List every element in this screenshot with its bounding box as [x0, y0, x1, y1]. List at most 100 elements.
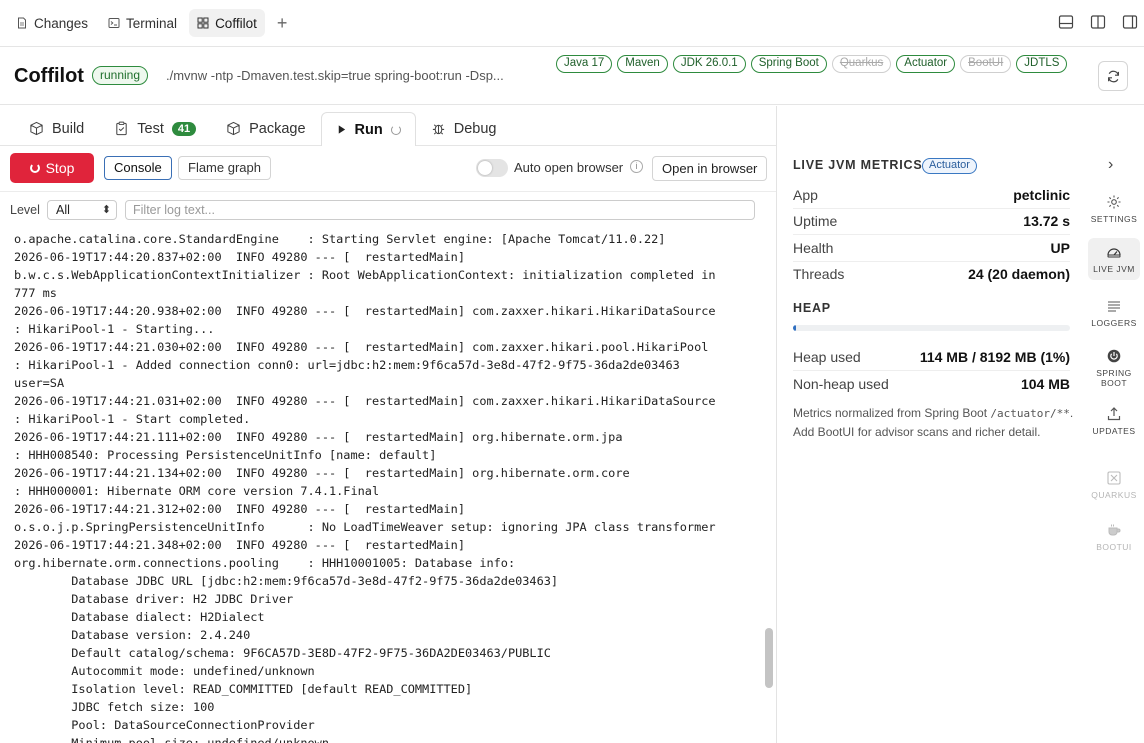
metric-value: 13.72 s [1023, 213, 1070, 229]
metrics-note-code: /actuator/** [990, 407, 1070, 420]
auto-open-browser-toggle[interactable] [476, 159, 508, 177]
badge-actuator: Actuator [896, 55, 956, 73]
play-icon [338, 125, 345, 134]
loading-spinner-icon [390, 124, 401, 135]
level-select[interactable]: All [47, 200, 117, 220]
rail-quarkus[interactable]: QUARKUS [1088, 470, 1140, 500]
heap-title: HEAP [793, 301, 831, 315]
log-filter-row: Level All Filter log text... [0, 192, 776, 228]
tab-test[interactable]: Test 41 [99, 111, 211, 145]
metric-key: App [793, 187, 818, 203]
log-line: Database JDBC URL [jdbc:h2:mem:9f6ca57d-… [14, 574, 559, 588]
collapse-panel-chevron-icon[interactable]: › [1108, 156, 1113, 174]
tab-coffilot[interactable]: Coffilot [189, 9, 265, 37]
badge-java: Java 17 [556, 55, 613, 73]
tab-changes[interactable]: Changes [8, 9, 96, 37]
log-line: : HikariPool-1 - Start completed. [14, 412, 251, 426]
log-line: 2026-06-19T17:44:21.312+02:00 INFO 49280… [14, 502, 466, 516]
stop-button[interactable]: Stop [10, 153, 94, 183]
run-controls: Stop Console Flame graph Auto open brows… [0, 146, 776, 192]
log-line: 777 ms [14, 286, 57, 300]
status-badge: running [92, 66, 149, 85]
log-line: 2026-06-19T17:44:21.134+02:00 INFO 49280… [14, 466, 630, 480]
badge-jdtls: JDTLS [1016, 55, 1068, 73]
metric-value: 24 (20 daemon) [968, 266, 1070, 282]
rail-updates[interactable]: UPDATES [1088, 406, 1140, 436]
split-panel-icon[interactable] [1090, 14, 1106, 30]
tech-badges: Java 17 Maven JDK 26.0.1 Spring Boot Qua… [556, 55, 1076, 73]
metric-key: Non-heap used [793, 376, 889, 392]
log-line: Isolation level: READ_COMMITTED [default… [14, 682, 473, 696]
metric-key: Threads [793, 266, 845, 282]
open-in-browser-button[interactable]: Open in browser [652, 156, 768, 181]
auto-open-browser-label: Auto open browser [514, 160, 624, 175]
log-line: b.w.c.s.WebApplicationContextInitializer… [14, 268, 716, 282]
tab-coffilot-label: Coffilot [215, 15, 257, 31]
refresh-button[interactable] [1098, 61, 1128, 91]
log-line: o.apache.catalina.core.StandardEngine : … [14, 232, 666, 246]
level-label: Level [10, 203, 40, 217]
badge-jdk: JDK 26.0.1 [672, 55, 746, 73]
rail-spring-boot-label: SPRING BOOT [1096, 368, 1132, 388]
divider [793, 370, 1070, 371]
rail-settings[interactable]: SETTINGS [1088, 194, 1140, 224]
metrics-note-prefix: Metrics normalized from Spring Boot [793, 406, 988, 420]
log-line: 2026-06-19T17:44:21.031+02:00 INFO 49280… [14, 394, 716, 408]
log-filter-input[interactable]: Filter log text... [125, 200, 755, 220]
metric-app: App petclinic [793, 187, 1070, 203]
info-icon[interactable]: i [630, 160, 643, 173]
rail-loggers[interactable]: LOGGERS [1088, 298, 1140, 328]
run-command: ./mvnw -ntp -Dmaven.test.skip=true sprin… [166, 68, 504, 83]
bottom-panel-icon[interactable] [1058, 14, 1074, 30]
log-line: 2026-06-19T17:44:20.837+02:00 INFO 49280… [14, 250, 466, 264]
rail-spring-boot[interactable]: SPRING BOOT [1088, 348, 1140, 388]
lines-icon [1108, 301, 1120, 312]
log-scrollbar-thumb[interactable] [765, 628, 773, 688]
gear-icon [1107, 195, 1121, 209]
top-tab-bar: Changes Terminal Coffilot + [0, 0, 1144, 47]
tab-terminal[interactable]: Terminal [100, 9, 185, 37]
log-line: Database driver: H2 JDBC Driver [14, 592, 294, 606]
log-scrollbar[interactable] [762, 228, 776, 743]
refresh-icon [1107, 70, 1119, 82]
tab-debug[interactable]: Debug [416, 111, 512, 145]
quarkus-icon [1107, 471, 1121, 485]
metric-value: 114 MB / 8192 MB (1%) [919, 349, 1070, 365]
console-view-button[interactable]: Console [104, 156, 172, 180]
action-tabs: Build Test 41 Package Run Debug [0, 106, 776, 146]
log-line: Minimum pool size: undefined/unknown [14, 736, 329, 743]
actuator-badge: Actuator [922, 158, 977, 174]
log-line: Database dialect: H2Dialect [14, 610, 265, 624]
badge-maven: Maven [617, 55, 668, 73]
power-icon [1107, 349, 1121, 363]
rail-live-jvm[interactable]: LIVE JVM [1088, 238, 1140, 280]
page-title: Coffilot [14, 65, 84, 87]
package-icon [227, 121, 240, 136]
test-count-badge: 41 [171, 121, 197, 136]
rail-bootui[interactable]: BOOTUI [1088, 522, 1140, 552]
heap-usage-bar [793, 325, 1070, 331]
tab-build[interactable]: Build [14, 111, 99, 145]
rail-quarkus-label: QUARKUS [1091, 490, 1137, 500]
stop-spinner-icon [29, 163, 40, 173]
log-line: 2026-06-19T17:44:21.348+02:00 INFO 49280… [14, 538, 466, 552]
metric-heap-used: Heap used 114 MB / 8192 MB (1%) [793, 349, 1070, 365]
divider [793, 234, 1070, 235]
add-tab-button[interactable]: + [269, 13, 296, 34]
flame-graph-button[interactable]: Flame graph [178, 156, 271, 180]
log-line: JDBC fetch size: 100 [14, 700, 215, 714]
metrics-title: LIVE JVM METRICS [793, 158, 923, 172]
cube-icon [30, 121, 43, 136]
badge-bootui: BootUI [960, 55, 1012, 73]
tab-build-label: Build [52, 120, 85, 137]
project-header: Coffilot running ./mvnw -ntp -Dmaven.tes… [0, 47, 1144, 105]
stop-button-label: Stop [45, 160, 75, 176]
divider [793, 261, 1070, 262]
divider [793, 208, 1070, 209]
side-panel-icon[interactable] [1122, 14, 1138, 30]
log-line: user=SA [14, 376, 65, 390]
tab-package[interactable]: Package [211, 111, 320, 145]
tab-run[interactable]: Run [320, 112, 416, 146]
cup-icon [1108, 524, 1121, 536]
blocks-icon [197, 17, 209, 29]
